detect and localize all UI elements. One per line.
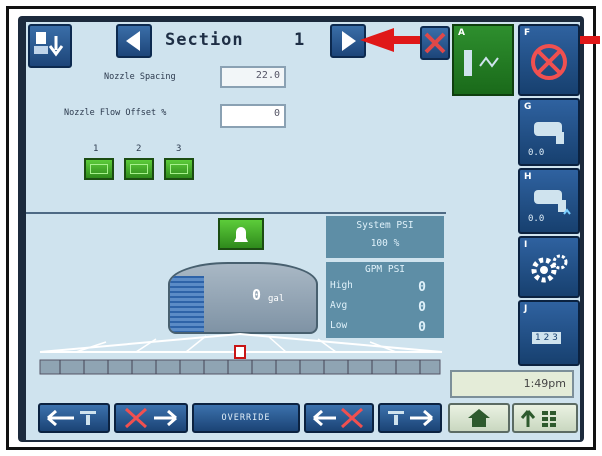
shift-left-off-button[interactable] [304, 403, 374, 433]
page-title: Section [165, 30, 244, 50]
flush-valve-icon [534, 190, 571, 215]
flow-valve-icon [464, 50, 499, 76]
tank-down-icon [34, 32, 64, 57]
key-j-label: J [524, 304, 528, 314]
rate-mode-button[interactable] [28, 24, 72, 68]
shift-left-cancel-icon [313, 407, 364, 429]
numpad-icon: 1 2 3 [532, 332, 561, 344]
side-key-a-button[interactable]: A [452, 24, 514, 96]
master-switch-button[interactable] [218, 218, 264, 250]
cancel-circle-icon [531, 44, 567, 80]
section-toggle-2[interactable] [124, 158, 154, 180]
home-icon [468, 409, 490, 427]
nozzle-spacing-field[interactable]: 22.0 [220, 66, 286, 88]
avg-value: 0 [418, 300, 426, 315]
cancel-x-icon [424, 32, 446, 54]
override-label: OVERRIDE [221, 413, 271, 423]
tank-unit: gal [268, 294, 285, 304]
high-value: 0 [418, 280, 426, 295]
shift-right-off-button[interactable] [114, 403, 188, 433]
pressure-table-header: GPM PSI [364, 264, 406, 275]
key-h-value: 0.0 [528, 214, 545, 224]
high-label: High [330, 280, 353, 291]
menu-button[interactable] [512, 403, 578, 433]
nozzle-flow-offset-label: Nozzle Flow Offset % [64, 108, 167, 118]
section-label-1: 1 [93, 144, 99, 154]
section-label-2: 2 [136, 144, 142, 154]
move-left-button[interactable] [38, 403, 110, 433]
system-psi-panel: System PSI 100 % [326, 216, 444, 258]
section-toggle-3[interactable] [164, 158, 194, 180]
arrow-right-boom-icon [388, 409, 433, 427]
pressure-table: GPM PSI High 0 Avg 0 Low 0 [326, 262, 444, 338]
prev-section-button[interactable] [116, 24, 152, 58]
section-label-3: 3 [176, 144, 182, 154]
nozzle-flow-offset-field[interactable]: 0 [220, 104, 286, 128]
panel-divider [26, 212, 446, 214]
side-key-g-button[interactable]: G 0.0 [518, 98, 580, 166]
avg-label: Avg [330, 300, 348, 311]
tank-fill [170, 276, 204, 332]
side-key-j-button[interactable]: J 1 2 3 [518, 300, 580, 366]
home-button[interactable] [448, 403, 510, 433]
valve-icon [534, 122, 564, 144]
clock-display: 1:49pm [450, 370, 574, 398]
up-grid-icon [520, 410, 556, 427]
section-number: 1 [294, 30, 305, 50]
section-toggle-1[interactable] [84, 158, 114, 180]
system-psi-value: 100 % [370, 238, 400, 249]
key-g-value: 0.0 [528, 148, 545, 158]
side-key-h-button[interactable]: H 0.0 [518, 168, 580, 234]
nozzle-spacing-label: Nozzle Spacing [104, 72, 176, 82]
side-key-i-button[interactable]: I [518, 236, 580, 298]
side-key-f-button[interactable]: F [518, 24, 580, 96]
move-right-button[interactable] [378, 403, 442, 433]
settings-gear-icon [531, 254, 568, 283]
boom-graphic [39, 332, 443, 375]
arrow-left-icon [126, 31, 140, 51]
arrow-left-boom-icon [47, 409, 96, 427]
system-psi-label: System PSI [356, 220, 414, 231]
close-section-button[interactable] [420, 26, 450, 60]
shift-right-cancel-icon [124, 407, 177, 429]
bell-icon [234, 227, 248, 242]
tank-amount: 0 [252, 286, 262, 304]
tank-graphic: 0 gal [168, 262, 318, 334]
